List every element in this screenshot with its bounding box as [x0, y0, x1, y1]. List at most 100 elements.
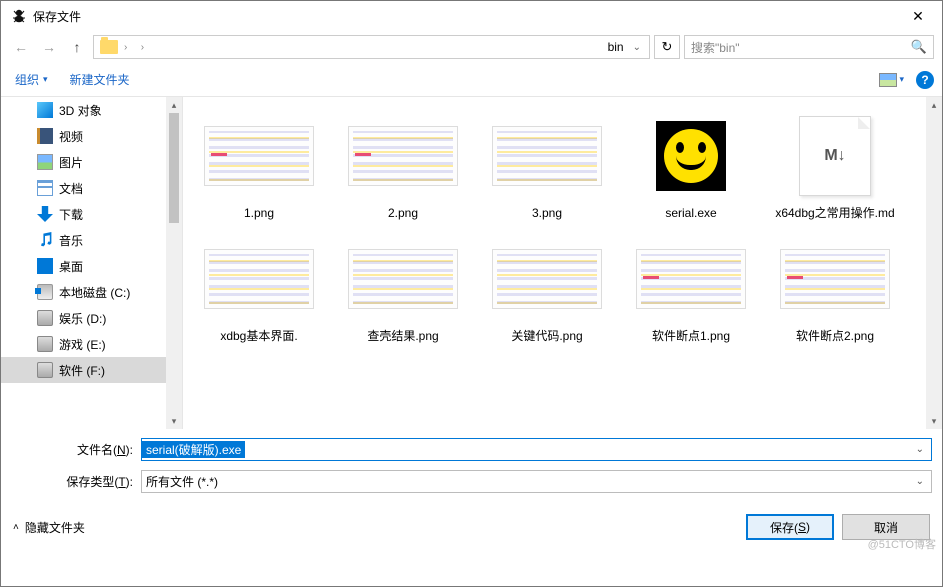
- new-folder-button[interactable]: 新建文件夹: [64, 67, 136, 92]
- file-item[interactable]: xdbg基本界面.: [187, 228, 331, 351]
- sidebar-item[interactable]: 视频: [1, 123, 182, 149]
- hide-folders-toggle[interactable]: ˄ 隐藏文件夹: [13, 519, 85, 536]
- watermark: @51CTO博客: [868, 536, 936, 552]
- app-icon: [11, 8, 27, 24]
- footer: ˄ 隐藏文件夹 保存(S) 取消: [1, 506, 942, 548]
- file-item[interactable]: M↓x64dbg之常用操作.md: [763, 105, 907, 228]
- chevron-right-icon[interactable]: ›: [122, 42, 129, 53]
- file-name: 软件断点1.png: [652, 329, 730, 345]
- cancel-label: 取消: [874, 519, 898, 536]
- file-name: 关键代码.png: [511, 329, 582, 345]
- sidebar-scrollbar[interactable]: ▴ ▾: [166, 97, 182, 429]
- refresh-button[interactable]: ↻: [654, 35, 680, 59]
- hide-folders-label: 隐藏文件夹: [25, 519, 85, 536]
- sidebar-item[interactable]: 图片: [1, 149, 182, 175]
- file-thumbnail: [775, 234, 895, 324]
- breadcrumb-segment[interactable]: [129, 36, 138, 58]
- organize-label: 组织: [15, 71, 39, 88]
- title-bar: 保存文件 ✕: [1, 1, 942, 31]
- sidebar-item-label: 软件 (F:): [59, 362, 105, 379]
- sidebar-item-label: 文档: [59, 180, 83, 197]
- toolbar: 组织 ▾ 新建文件夹 ▾ ?: [1, 63, 942, 97]
- chevron-down-icon[interactable]: ⌄: [909, 476, 931, 487]
- file-item[interactable]: 查壳结果.png: [331, 228, 475, 351]
- down-icon: [37, 206, 53, 222]
- chevron-down-icon: ▾: [43, 74, 48, 85]
- new-folder-label: 新建文件夹: [70, 71, 130, 88]
- sidebar-item[interactable]: 音乐: [1, 227, 182, 253]
- file-thumbnail: [487, 111, 607, 201]
- file-pane: 1.png 2.png 3.png serial.exeM↓x64dbg之常用操作.m…: [183, 97, 942, 429]
- filetype-label: 保存类型(T):: [11, 473, 141, 490]
- sidebar-item-label: 娱乐 (D:): [59, 310, 106, 327]
- save-button[interactable]: 保存(S): [746, 514, 834, 540]
- nav-up-button[interactable]: ↑: [65, 35, 89, 59]
- scroll-up-icon[interactable]: ▴: [926, 97, 942, 113]
- diskb-icon: [37, 362, 53, 378]
- close-button[interactable]: ✕: [898, 2, 938, 30]
- file-item[interactable]: 关键代码.png: [475, 228, 619, 351]
- file-name: 3.png: [532, 206, 562, 222]
- search-input[interactable]: 搜索"bin" 🔍: [684, 35, 934, 59]
- doc-icon: [37, 180, 53, 196]
- file-item[interactable]: 软件断点1.png: [619, 228, 763, 351]
- file-thumbnail: [631, 111, 751, 201]
- scroll-up-icon[interactable]: ▴: [166, 97, 182, 113]
- sidebar-item-label: 本地磁盘 (C:): [59, 284, 130, 301]
- music-icon: [37, 232, 53, 248]
- breadcrumb-segment-current[interactable]: bin: [605, 36, 627, 58]
- diskb-icon: [37, 336, 53, 352]
- chevron-right-icon[interactable]: ›: [139, 42, 146, 53]
- save-form: 文件名(N): serial(破解版).exe ⌄ 保存类型(T): 所有文件 …: [1, 429, 942, 506]
- sidebar-item[interactable]: 下载: [1, 201, 182, 227]
- search-icon: 🔍: [911, 39, 927, 55]
- sidebar-item[interactable]: 软件 (F:): [1, 357, 182, 383]
- sidebar-item-label: 桌面: [59, 258, 83, 275]
- sidebar-item[interactable]: 娱乐 (D:): [1, 305, 182, 331]
- file-thumbnail: M↓: [775, 111, 895, 201]
- file-name: 2.png: [388, 206, 418, 222]
- scroll-down-icon[interactable]: ▾: [926, 413, 942, 429]
- chevron-down-icon[interactable]: ⌄: [909, 444, 931, 455]
- scrollbar-thumb[interactable]: [169, 113, 179, 223]
- file-thumbnail: [343, 234, 463, 324]
- organize-menu[interactable]: 组织 ▾: [9, 67, 54, 92]
- filetype-select[interactable]: 所有文件 (*.*) ⌄: [141, 470, 932, 493]
- file-thumbnail: [199, 111, 319, 201]
- film-icon: [37, 128, 53, 144]
- body-split: 3D 对象视频图片文档下载音乐桌面本地磁盘 (C:) 娱乐 (D:) 游戏 (E:)…: [1, 97, 942, 429]
- nav-forward-button[interactable]: →: [37, 35, 61, 59]
- help-button[interactable]: ?: [916, 71, 934, 89]
- pic-icon: [37, 154, 53, 170]
- sidebar-item[interactable]: 3D 对象: [1, 97, 182, 123]
- sidebar-item-label: 游戏 (E:): [59, 336, 106, 353]
- file-name: xdbg基本界面.: [220, 329, 297, 345]
- file-item[interactable]: 1.png: [187, 105, 331, 228]
- file-thumbnail: [631, 234, 751, 324]
- sidebar-item[interactable]: 桌面: [1, 253, 182, 279]
- sidebar-item[interactable]: 游戏 (E:): [1, 331, 182, 357]
- chevron-up-icon: ˄: [13, 522, 19, 533]
- file-item[interactable]: serial.exe: [619, 105, 763, 228]
- file-thumbnail: [199, 234, 319, 324]
- filename-input[interactable]: serial(破解版).exe ⌄: [141, 438, 932, 461]
- file-name: 软件断点2.png: [796, 329, 874, 345]
- file-item[interactable]: 软件断点2.png: [763, 228, 907, 351]
- chevron-down-icon[interactable]: ▾: [899, 74, 904, 85]
- filename-value: serial(破解版).exe: [142, 441, 245, 458]
- address-dropdown-icon[interactable]: ⌄: [627, 42, 647, 53]
- nav-row: ← → ↑ › › bin ⌄ ↻ 搜索"bin" 🔍: [1, 31, 942, 63]
- diskb-icon: [37, 310, 53, 326]
- nav-back-button[interactable]: ←: [9, 35, 33, 59]
- file-name: 查壳结果.png: [367, 329, 438, 345]
- file-thumbnail: [343, 111, 463, 201]
- sidebar-item[interactable]: 本地磁盘 (C:): [1, 279, 182, 305]
- file-item[interactable]: 2.png: [331, 105, 475, 228]
- file-scrollbar[interactable]: ▴ ▾: [926, 97, 942, 429]
- sidebar-item[interactable]: 文档: [1, 175, 182, 201]
- address-bar[interactable]: › › bin ⌄: [93, 35, 650, 59]
- sidebar-item-label: 音乐: [59, 232, 83, 249]
- file-item[interactable]: 3.png: [475, 105, 619, 228]
- scroll-down-icon[interactable]: ▾: [166, 413, 182, 429]
- view-mode-icon[interactable]: [879, 73, 897, 87]
